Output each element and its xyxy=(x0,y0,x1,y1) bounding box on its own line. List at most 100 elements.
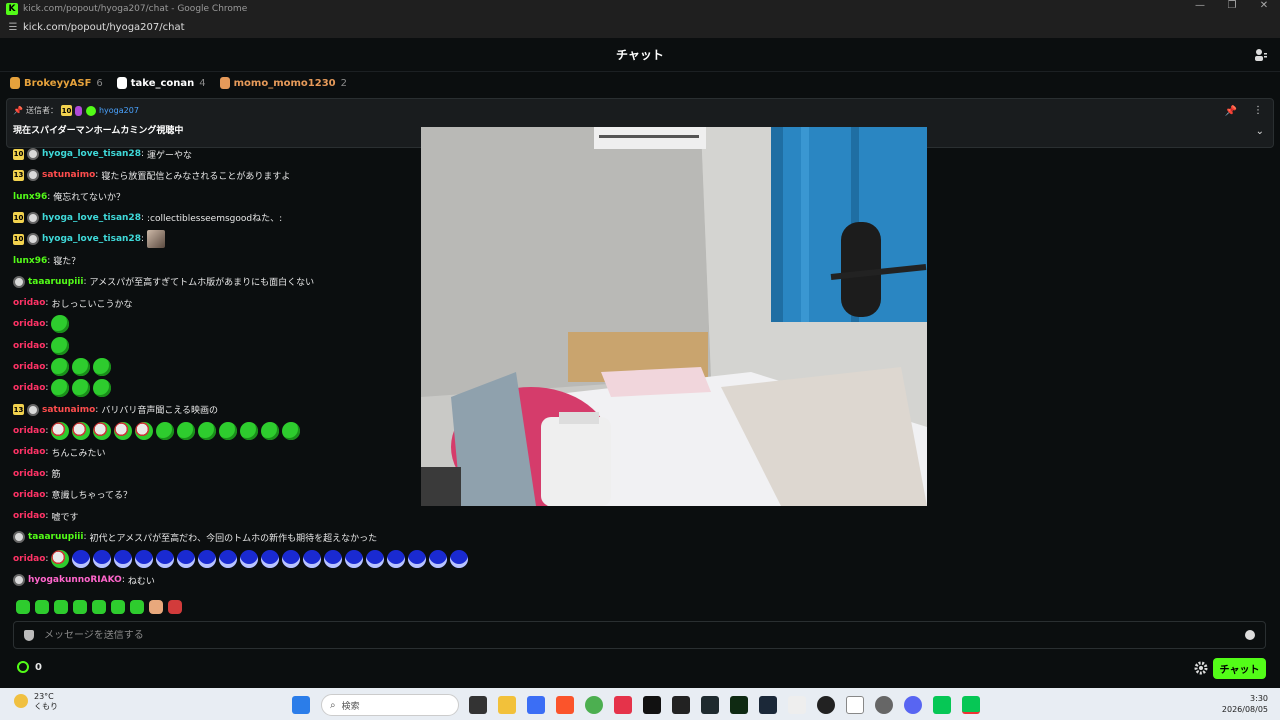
emote-icon[interactable] xyxy=(72,379,91,398)
more-options-icon[interactable]: ⋮ xyxy=(1253,105,1263,116)
emote-icon[interactable] xyxy=(93,549,112,568)
emote-icon[interactable] xyxy=(261,549,280,568)
quick-emote-icon[interactable] xyxy=(111,600,125,614)
emote-icon[interactable] xyxy=(51,315,70,334)
emote-icon[interactable] xyxy=(219,421,238,440)
emote-icon[interactable] xyxy=(450,549,469,568)
emote-icon[interactable] xyxy=(408,549,427,568)
emote-icon[interactable] xyxy=(303,549,322,568)
emote-icon[interactable] xyxy=(72,421,91,440)
chat-message[interactable]: lunx96: 寝た？ xyxy=(13,252,80,270)
emote-icon[interactable] xyxy=(156,549,175,568)
app-icon-2[interactable] xyxy=(614,696,632,714)
chat-username[interactable]: hyoga_love_tisan28 xyxy=(42,234,141,244)
tiktok-icon[interactable] xyxy=(643,696,661,714)
chat-message[interactable]: oridao: ちんこみたい xyxy=(13,443,105,461)
emote-icon[interactable] xyxy=(93,421,112,440)
emote-icon[interactable] xyxy=(51,336,70,355)
chat-username[interactable]: satunaimo xyxy=(42,405,95,415)
emote-icon[interactable] xyxy=(135,421,154,440)
user-settings-icon[interactable] xyxy=(1254,48,1268,62)
system-clock[interactable]: 3:30 2026/08/05 xyxy=(1222,693,1268,715)
chat-username[interactable]: lunx96 xyxy=(13,256,47,266)
chat-message[interactable]: 10 hyoga_love_tisan28: xyxy=(13,230,168,249)
chat-message[interactable]: lunx96: 俺忘れてないか？ xyxy=(13,188,125,206)
emote-icon[interactable] xyxy=(429,549,448,568)
emote-icon[interactable] xyxy=(366,549,385,568)
line-active-icon[interactable] xyxy=(962,696,980,714)
emote-icon[interactable] xyxy=(147,230,166,249)
chat-username[interactable]: lunx96 xyxy=(13,192,47,202)
channel-points[interactable]: 0 xyxy=(17,661,42,673)
emote-icon[interactable] xyxy=(282,549,301,568)
settings-icon[interactable] xyxy=(875,696,893,714)
emote-icon[interactable] xyxy=(93,379,112,398)
chat-username[interactable]: taaaruupiii xyxy=(28,532,83,542)
emote-icon[interactable] xyxy=(51,379,70,398)
chat-message[interactable]: oridao: 筋 xyxy=(13,465,60,483)
chat-message[interactable]: taaaruupiii: 初代とアメスパが至高だわ、今回のトムホの新作も期待を超え… xyxy=(13,528,377,546)
emote-icon[interactable] xyxy=(93,358,112,376)
minimize-button[interactable]: — xyxy=(1184,0,1216,11)
chrome-icon[interactable] xyxy=(585,696,603,714)
app-icon-6[interactable] xyxy=(846,696,864,714)
emote-icon[interactable] xyxy=(72,358,91,376)
quick-emote-icon[interactable] xyxy=(73,600,87,614)
emote-icon[interactable] xyxy=(240,421,259,440)
emote-icon[interactable] xyxy=(240,549,259,568)
emote-icon[interactable] xyxy=(261,421,280,440)
line-icon[interactable] xyxy=(933,696,951,714)
emote-icon[interactable] xyxy=(324,549,343,568)
chat-message[interactable]: oridao: おしっこいこうかな xyxy=(13,294,132,312)
chat-username[interactable]: oridao xyxy=(13,383,45,393)
taskbar-search[interactable]: ⌕ 検索 xyxy=(321,694,459,716)
chat-username[interactable]: oridao xyxy=(13,362,45,372)
send-chat-button[interactable]: チャット xyxy=(1213,658,1266,679)
close-button[interactable]: ✕ xyxy=(1248,0,1280,11)
chat-message[interactable]: oridao: xyxy=(13,549,471,568)
discord-icon[interactable] xyxy=(904,696,922,714)
emote-picker-icon[interactable] xyxy=(1245,630,1255,640)
pinned-user[interactable]: hyoga207 xyxy=(99,106,139,115)
quick-emote-icon[interactable] xyxy=(16,600,30,614)
chat-message[interactable]: oridao: 嘘です xyxy=(13,507,78,525)
chat-message[interactable]: oridao: xyxy=(13,358,114,376)
gifter-item[interactable]: momo_momo1230 2 xyxy=(219,77,347,89)
gifter-item[interactable]: BrokeyyASF 6 xyxy=(10,77,103,89)
app-icon-3[interactable] xyxy=(672,696,690,714)
chat-message[interactable]: hyogakunnoRIAKO: ねむい xyxy=(13,571,155,589)
gifter-item[interactable]: take_conan 4 xyxy=(116,77,206,89)
chat-message[interactable]: oridao: xyxy=(13,421,303,440)
chat-username[interactable]: oridao xyxy=(13,554,45,564)
emote-icon[interactable] xyxy=(387,549,406,568)
chevron-down-icon[interactable]: ⌄ xyxy=(1256,126,1264,137)
chat-username[interactable]: oridao xyxy=(13,319,45,329)
emote-icon[interactable] xyxy=(51,549,70,568)
file-explorer-icon[interactable] xyxy=(498,696,516,714)
quick-emote-icon[interactable] xyxy=(130,600,144,614)
emote-icon[interactable] xyxy=(282,421,301,440)
emote-icon[interactable] xyxy=(198,421,217,440)
chat-username[interactable]: hyogakunnoRIAKO xyxy=(28,575,122,585)
quick-emote-icon[interactable] xyxy=(35,600,49,614)
quick-emote-icon[interactable] xyxy=(168,600,182,614)
emote-icon[interactable] xyxy=(51,421,70,440)
emote-icon[interactable] xyxy=(219,549,238,568)
stream-preview-video[interactable] xyxy=(421,127,927,506)
chat-username[interactable]: oridao xyxy=(13,426,45,436)
chat-username[interactable]: taaaruupiii xyxy=(28,277,83,287)
emote-icon[interactable] xyxy=(51,358,70,376)
chat-username[interactable]: hyoga_love_tisan28 xyxy=(42,213,141,223)
chat-username[interactable]: satunaimo xyxy=(42,170,95,180)
site-info-icon[interactable]: ☰ xyxy=(3,22,23,33)
chat-username[interactable]: oridao xyxy=(13,469,45,479)
chat-message[interactable]: 10 hyoga_love_tisan28::collectiblesseemsg… xyxy=(13,209,282,227)
chat-username[interactable]: oridao xyxy=(13,447,45,457)
unpin-icon[interactable]: 📌 xyxy=(1225,106,1237,117)
emote-icon[interactable] xyxy=(177,421,196,440)
emote-icon[interactable] xyxy=(198,549,217,568)
chat-message[interactable]: 13 satunaimo: 寝たら放置配信とみなされることがありますよ xyxy=(13,166,290,184)
weather-widget[interactable]: 23°C くもり xyxy=(14,692,58,712)
steam-icon[interactable] xyxy=(759,696,777,714)
start-icon[interactable] xyxy=(292,696,310,714)
